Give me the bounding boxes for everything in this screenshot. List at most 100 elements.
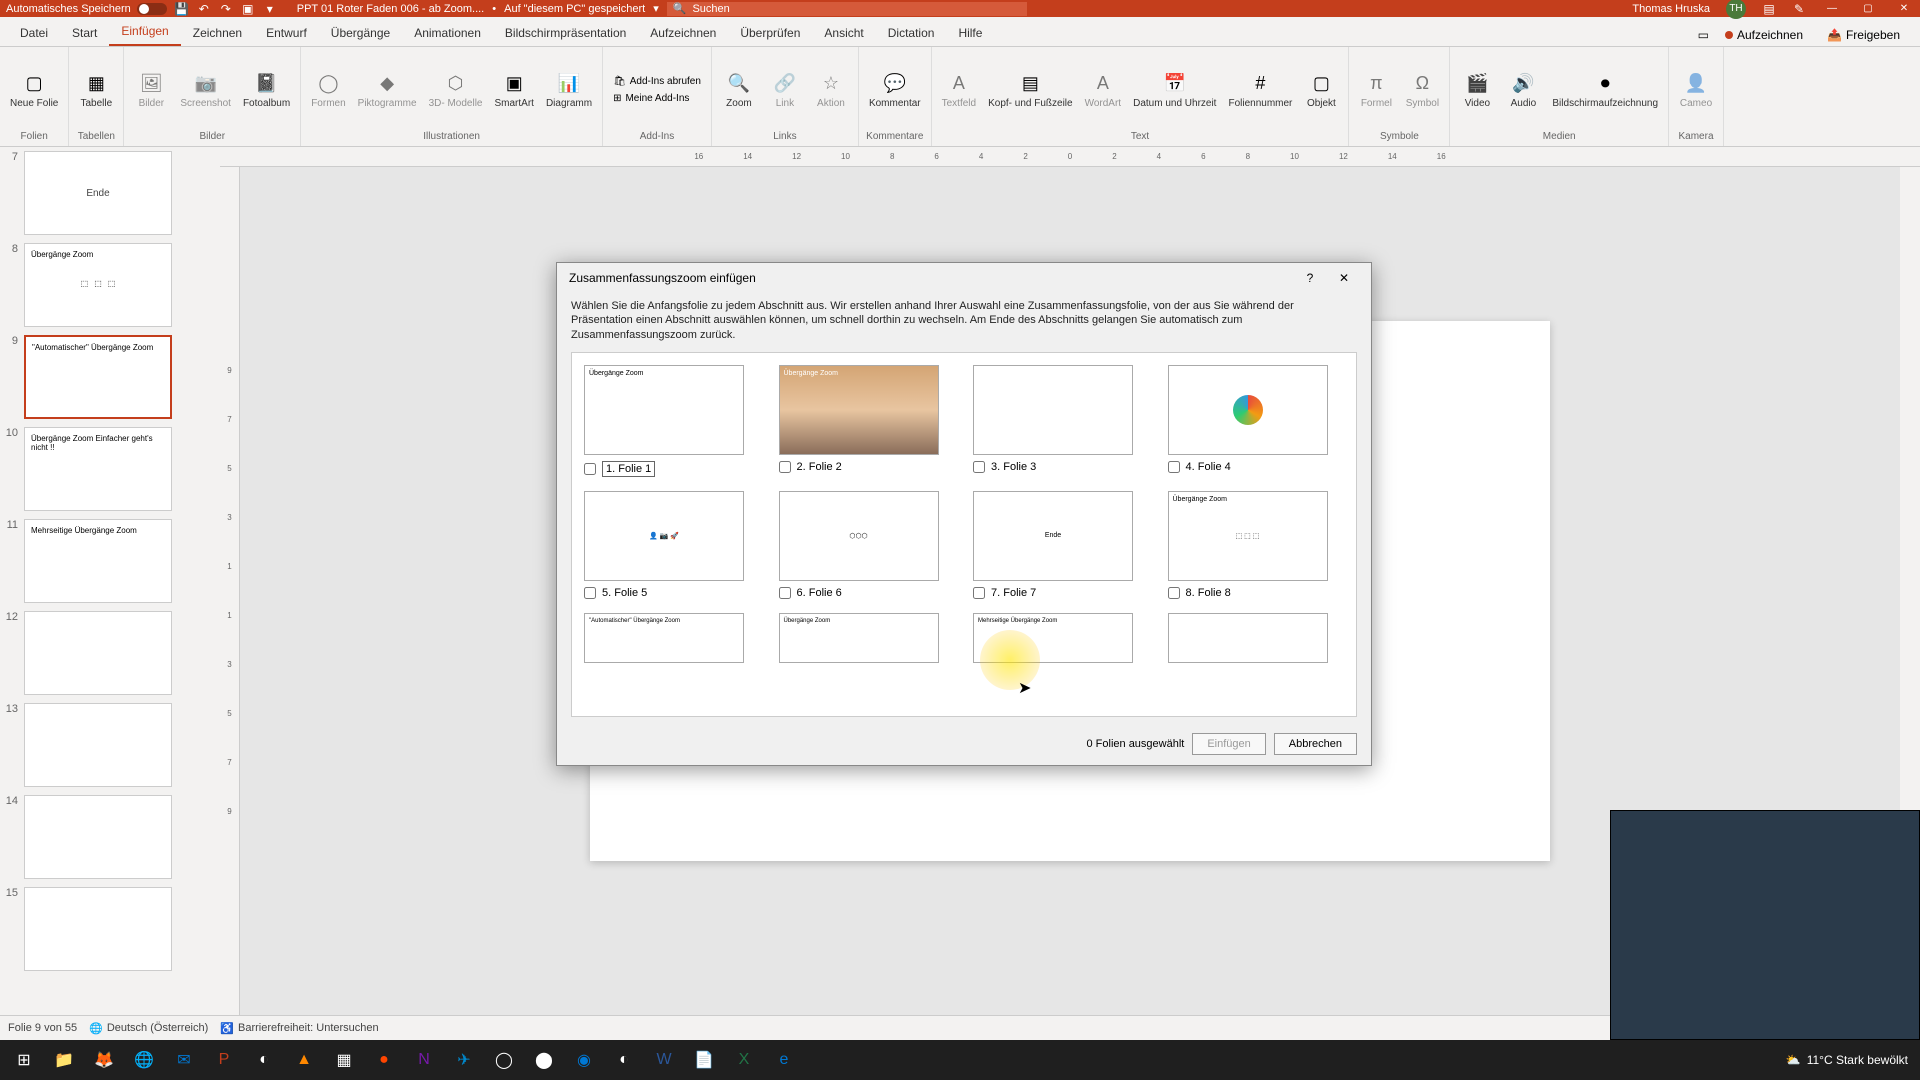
checkbox-1[interactable] bbox=[584, 463, 596, 475]
accessibility[interactable]: ♿Barrierefreiheit: Untersuchen bbox=[220, 1022, 378, 1035]
user-name[interactable]: Thomas Hruska bbox=[1632, 3, 1710, 15]
app3-icon[interactable]: ● bbox=[364, 1041, 404, 1079]
addins-abrufen-button[interactable]: 🛍Add-Ins abrufen bbox=[609, 74, 705, 89]
word-icon[interactable]: W bbox=[644, 1041, 684, 1079]
dialog-slide-7[interactable]: Ende7. Folie 7 bbox=[973, 491, 1150, 599]
dialog-slide-5[interactable]: 👤 📷 🚀5. Folie 5 bbox=[584, 491, 761, 599]
excel-icon[interactable]: X bbox=[724, 1041, 764, 1079]
tab-uebergaenge[interactable]: Übergänge bbox=[319, 20, 402, 46]
autosave-toggle[interactable]: Automatisches Speichern bbox=[6, 3, 167, 15]
collapse-ribbon-icon[interactable]: ▭ bbox=[1698, 28, 1709, 42]
freigeben-button[interactable]: 📤Freigeben bbox=[1819, 24, 1908, 46]
tab-dictation[interactable]: Dictation bbox=[876, 20, 947, 46]
tab-datei[interactable]: Datei bbox=[8, 20, 60, 46]
tab-start[interactable]: Start bbox=[60, 20, 109, 46]
slide-thumb-7[interactable]: 7Ende bbox=[4, 151, 216, 235]
slide-thumb-10[interactable]: 10Übergänge Zoom Einfacher geht's nicht … bbox=[4, 427, 216, 511]
tab-bildschirm[interactable]: Bildschirmpräsentation bbox=[493, 20, 638, 46]
tab-aufzeichnen[interactable]: Aufzeichnen bbox=[638, 20, 728, 46]
audio-button[interactable]: 🔊Audio bbox=[1502, 70, 1544, 111]
tab-entwurf[interactable]: Entwurf bbox=[254, 20, 319, 46]
kommentar-button[interactable]: 💬Kommentar bbox=[865, 70, 925, 111]
minimize-icon[interactable]: — bbox=[1822, 2, 1842, 16]
link-button[interactable]: 🔗Link bbox=[764, 70, 806, 111]
dialog-slide-12[interactable] bbox=[1168, 613, 1345, 663]
slide-thumb-13[interactable]: 13 bbox=[4, 703, 216, 787]
dialog-slide-9[interactable]: "Automatischer" Übergänge Zoom bbox=[584, 613, 761, 663]
tab-einfuegen[interactable]: Einfügen bbox=[109, 18, 180, 46]
avatar[interactable]: TH bbox=[1726, 0, 1746, 19]
close-icon[interactable]: ✕ bbox=[1894, 2, 1914, 16]
powerpoint-icon[interactable]: P bbox=[204, 1041, 244, 1079]
slide-thumb-14[interactable]: 14 bbox=[4, 795, 216, 879]
fotoalbum-button[interactable]: 📓Fotoalbum bbox=[239, 70, 294, 111]
zoom-button[interactable]: 🔍Zoom bbox=[718, 70, 760, 111]
undo-icon[interactable]: ↶ bbox=[197, 2, 211, 16]
wordart-button[interactable]: AWordArt bbox=[1081, 70, 1126, 111]
formel-button[interactable]: πFormel bbox=[1355, 70, 1397, 111]
slide-counter[interactable]: Folie 9 von 55 bbox=[8, 1022, 77, 1034]
symbol-button[interactable]: ΩSymbol bbox=[1401, 70, 1443, 111]
dialog-slide-6[interactable]: ⬡⬡⬡6. Folie 6 bbox=[779, 491, 956, 599]
chrome-icon[interactable]: 🌐 bbox=[124, 1041, 164, 1079]
dialog-slide-4[interactable]: 4. Folie 4 bbox=[1168, 365, 1345, 477]
app5-icon[interactable]: ◉ bbox=[564, 1041, 604, 1079]
neue-folie-button[interactable]: ▢Neue Folie bbox=[6, 70, 62, 111]
diagramm-button[interactable]: 📊Diagramm bbox=[542, 70, 596, 111]
formen-button[interactable]: ◯Formen bbox=[307, 70, 349, 111]
search-input[interactable]: 🔍 Suchen bbox=[667, 2, 1027, 16]
maximize-icon[interactable]: ▢ bbox=[1858, 2, 1878, 16]
slide-thumb-12[interactable]: 12 bbox=[4, 611, 216, 695]
dialog-slide-8[interactable]: Übergänge Zoom⬚ ⬚ ⬚8. Folie 8 bbox=[1168, 491, 1345, 599]
redo-icon[interactable]: ↷ bbox=[219, 2, 233, 16]
cancel-button[interactable]: Abbrechen bbox=[1274, 733, 1357, 755]
slide-thumb-15[interactable]: 15 bbox=[4, 887, 216, 971]
present-mode-icon[interactable]: ▤ bbox=[1762, 2, 1776, 16]
bilder-button[interactable]: 🖼Bilder bbox=[130, 70, 172, 111]
3d-button[interactable]: ⬡3D- Modelle bbox=[425, 70, 487, 111]
meine-addins-button[interactable]: ⊞Meine Add-Ins bbox=[609, 91, 705, 106]
dialog-slide-3[interactable]: 3. Folie 3 bbox=[973, 365, 1150, 477]
aufzeichnen-button[interactable]: Aufzeichnen bbox=[1717, 24, 1811, 46]
app6-icon[interactable]: ◐ bbox=[604, 1041, 644, 1079]
explorer-icon[interactable]: 📁 bbox=[44, 1041, 84, 1079]
screenshot-button[interactable]: 📷Screenshot bbox=[176, 70, 235, 111]
app7-icon[interactable]: 📄 bbox=[684, 1041, 724, 1079]
tabelle-button[interactable]: ▦Tabelle bbox=[75, 70, 117, 111]
onenote-icon[interactable]: N bbox=[404, 1041, 444, 1079]
checkbox-2[interactable] bbox=[779, 461, 791, 473]
telegram-icon[interactable]: ✈ bbox=[444, 1041, 484, 1079]
kopfzeile-button[interactable]: ▤Kopf- und Fußzeile bbox=[984, 70, 1077, 111]
checkbox-7[interactable] bbox=[973, 587, 985, 599]
vlc-icon[interactable]: ▲ bbox=[284, 1041, 324, 1079]
objekt-button[interactable]: ▢Objekt bbox=[1300, 70, 1342, 111]
cameo-button[interactable]: 👤Cameo bbox=[1675, 70, 1717, 111]
datum-button[interactable]: 📅Datum und Uhrzeit bbox=[1129, 70, 1220, 111]
tab-ansicht[interactable]: Ansicht bbox=[812, 20, 875, 46]
help-button[interactable]: ? bbox=[1295, 266, 1325, 290]
app-icon[interactable]: ◐ bbox=[244, 1041, 284, 1079]
video-button[interactable]: 🎬Video bbox=[1456, 70, 1498, 111]
checkbox-3[interactable] bbox=[973, 461, 985, 473]
language[interactable]: 🌐Deutsch (Österreich) bbox=[89, 1022, 208, 1035]
save-icon[interactable]: 💾 bbox=[175, 2, 189, 16]
insert-button[interactable]: Einfügen bbox=[1192, 733, 1265, 755]
piktogramme-button[interactable]: ◆Piktogramme bbox=[354, 70, 421, 111]
aufzeichnung-button[interactable]: ⏺Bildschirmaufzeichnung bbox=[1548, 70, 1662, 111]
dialog-slide-1[interactable]: Übergänge Zoom1. Folie 1 bbox=[584, 365, 761, 477]
dialog-slide-11[interactable]: Mehrseitige Übergänge Zoom bbox=[973, 613, 1150, 663]
dialog-slide-grid[interactable]: Übergänge Zoom1. Folie 1 Übergänge Zoom2… bbox=[571, 352, 1357, 717]
foliennummer-button[interactable]: #Foliennummer bbox=[1224, 70, 1296, 111]
aktion-button[interactable]: ☆Aktion bbox=[810, 70, 852, 111]
firefox-icon[interactable]: 🦊 bbox=[84, 1041, 124, 1079]
outlook-icon[interactable]: ✉ bbox=[164, 1041, 204, 1079]
tab-zeichnen[interactable]: Zeichnen bbox=[181, 20, 254, 46]
slide-thumb-9[interactable]: 9"Automatischer" Übergänge Zoom bbox=[4, 335, 216, 419]
tab-animationen[interactable]: Animationen bbox=[402, 20, 493, 46]
checkbox-8[interactable] bbox=[1168, 587, 1180, 599]
obs-icon[interactable]: ⬤ bbox=[524, 1041, 564, 1079]
app4-icon[interactable]: ◯ bbox=[484, 1041, 524, 1079]
draw-icon[interactable]: ✎ bbox=[1792, 2, 1806, 16]
tab-hilfe[interactable]: Hilfe bbox=[946, 20, 994, 46]
close-button[interactable]: ✕ bbox=[1329, 266, 1359, 290]
